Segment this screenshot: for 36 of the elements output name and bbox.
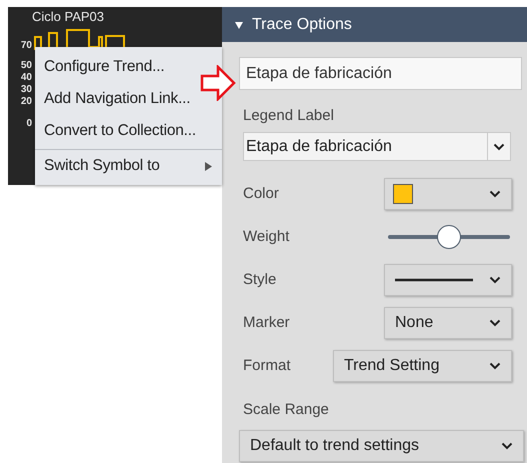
axis-label: 30: [20, 84, 32, 96]
line-style-dropdown[interactable]: [384, 264, 512, 296]
field-label: Scale Range: [243, 401, 330, 418]
field-label: Weight: [243, 228, 290, 245]
field-label: Style: [243, 271, 276, 288]
chevron-icon: [489, 318, 501, 326]
axis-label: 50: [20, 60, 32, 72]
section-header[interactable]: Trace Options: [222, 7, 527, 42]
menu-item[interactable]: Add Navigation Link...: [35, 83, 200, 115]
marker-dropdown[interactable]: None: [384, 306, 512, 338]
chevron-icon: [493, 142, 505, 150]
field-label: Legend Label: [243, 107, 335, 124]
menu-item[interactable]: Switch Symbol to: [35, 150, 222, 182]
chevron-icon: [489, 190, 501, 198]
legend-label-dropdown[interactable]: Etapa de fabricación: [243, 132, 511, 161]
axis-label: 20: [20, 96, 32, 108]
format-dropdown[interactable]: Trend Setting: [333, 350, 512, 382]
slider-thumb[interactable]: [437, 224, 461, 248]
pointer-arrow-icon: [200, 65, 236, 101]
field-label: Format: [243, 357, 291, 374]
line-style-icon: [395, 278, 473, 282]
trend-title: Ciclo PAP03: [32, 9, 104, 24]
field-label: Color: [243, 185, 279, 202]
submenu-arrow-icon: [205, 162, 212, 170]
chevron-icon: [489, 276, 501, 284]
axis-label: 70: [20, 40, 32, 52]
color-dropdown[interactable]: [384, 178, 512, 210]
axis-label: 0: [25, 118, 32, 130]
field-label: Marker: [243, 314, 290, 331]
chevron-icon: [501, 442, 513, 450]
axis-label: 40: [20, 72, 32, 84]
name-field[interactable]: Etapa de fabricación: [239, 57, 522, 90]
menu-item[interactable]: Convert to Collection...: [35, 115, 206, 147]
scale-range-dropdown[interactable]: Default to trend settings: [239, 430, 524, 462]
chevron-icon: [489, 362, 501, 370]
menu-item[interactable]: Configure Trend...: [35, 51, 174, 83]
